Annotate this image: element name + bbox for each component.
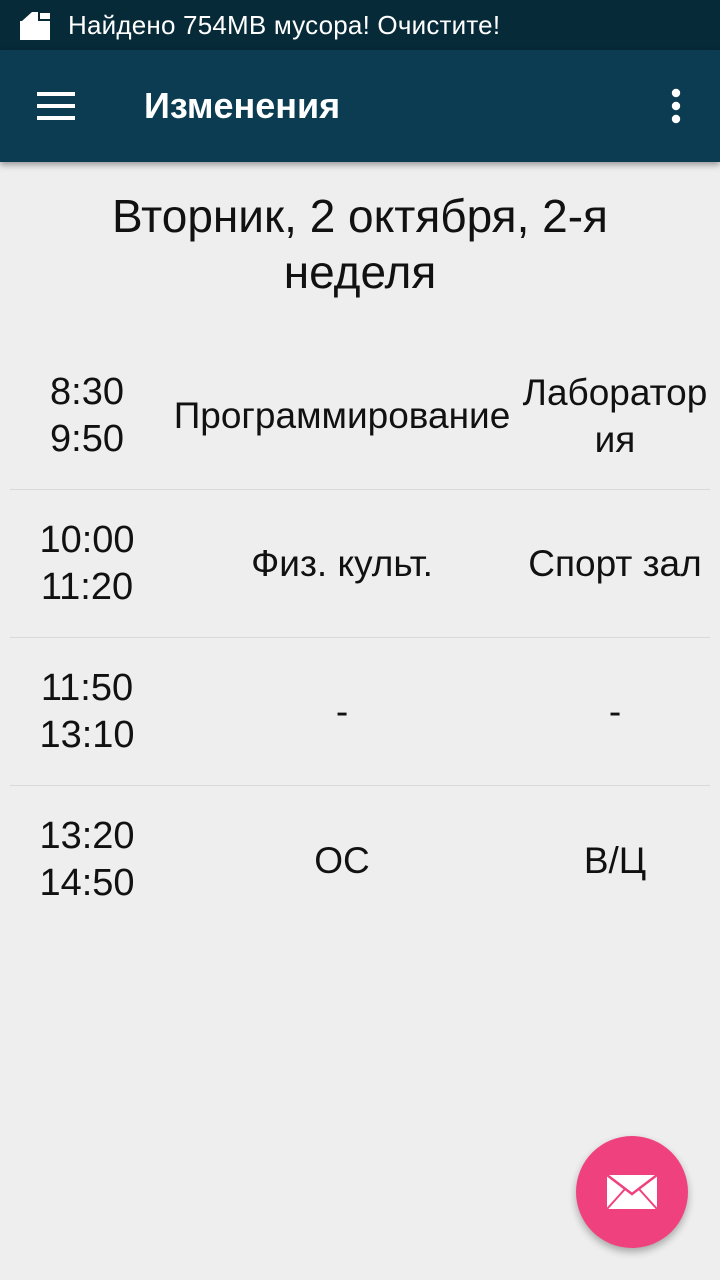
- day-header: Вторник, 2 октября, 2-я неделя: [112, 190, 608, 298]
- mail-icon: [606, 1174, 658, 1210]
- start-time: 13:20: [39, 815, 135, 857]
- overflow-menu-button[interactable]: [652, 80, 700, 132]
- hamburger-menu-icon: [37, 92, 75, 120]
- room-name: В/Ц: [583, 839, 647, 881]
- schedule-row[interactable]: 11:50 13:10 - -: [10, 638, 710, 786]
- app-bar: Изменения: [0, 50, 720, 162]
- send-mail-fab[interactable]: [576, 1136, 688, 1248]
- start-time: 8:30: [50, 370, 124, 413]
- end-time: 9:50: [50, 417, 124, 460]
- subject-name: -: [335, 691, 349, 732]
- time-range: 10:00 11:20: [10, 517, 164, 611]
- time-range: 11:50 13:10: [10, 665, 164, 759]
- start-time: 11:50: [40, 666, 134, 709]
- start-time: 10:00: [39, 518, 135, 561]
- subject-name: Физ. культ.: [251, 543, 433, 584]
- subject-name: ОС: [314, 839, 370, 881]
- room-name: Лаборатория: [522, 371, 708, 460]
- content-area: Вторник, 2 октября, 2-я неделя 8:30 9:50…: [0, 162, 720, 904]
- page-title: Изменения: [144, 85, 341, 126]
- time-range: 8:30 9:50: [10, 369, 164, 463]
- schedule-row[interactable]: 10:00 11:20 Физ. культ. Спорт зал: [10, 490, 710, 638]
- more-vert-icon: [671, 88, 681, 124]
- menu-button[interactable]: [0, 50, 112, 162]
- room-name: Спорт зал: [528, 543, 702, 584]
- schedule-row[interactable]: 8:30 9:50 Программирование Лаборатория: [10, 342, 710, 490]
- end-time: 14:50: [39, 862, 135, 904]
- status-bar: Найдено 754MB мусора! Очистите!: [0, 0, 720, 50]
- schedule-row[interactable]: 13:20 14:50 ОС В/Ц: [10, 786, 710, 934]
- notification-text[interactable]: Найдено 754MB мусора! Очистите!: [68, 10, 500, 41]
- end-time: 13:10: [39, 713, 135, 756]
- end-time: 11:20: [40, 565, 134, 608]
- subject-name: Программирование: [173, 395, 511, 436]
- schedule-list: 8:30 9:50 Программирование Лаборатория 1…: [10, 342, 710, 934]
- room-name: -: [608, 691, 622, 732]
- cleaner-icon: [20, 12, 50, 40]
- time-range: 13:20 14:50: [10, 813, 164, 907]
